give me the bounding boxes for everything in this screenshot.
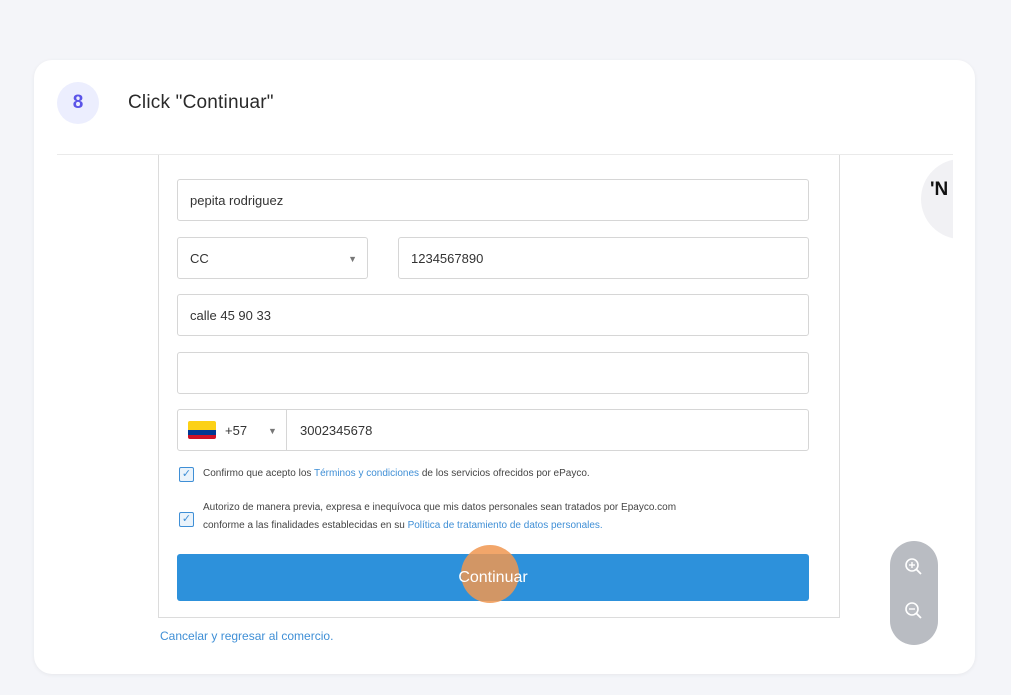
- terms-suffix: de los servicios ofrecidos por ePayco.: [419, 468, 590, 479]
- email-field[interactable]: [177, 352, 809, 394]
- terms-checkbox[interactable]: ✓: [179, 467, 194, 482]
- document-type-value: CC: [190, 251, 209, 266]
- colombia-flag-icon: [188, 421, 216, 439]
- privacy-text: Autorizo de manera previa, expresa e ine…: [203, 499, 676, 535]
- phone-field[interactable]: +57 ▼ 3002345678: [177, 409, 809, 451]
- address-field[interactable]: calle 45 90 33: [177, 294, 809, 336]
- phone-divider: [286, 410, 287, 450]
- privacy-line-2: conforme a las finalidades establecidas …: [203, 517, 676, 535]
- terms-prefix: Confirmo que acepto los: [203, 468, 314, 479]
- check-icon: ✓: [181, 468, 192, 480]
- step-number-badge: 8: [57, 82, 99, 124]
- terms-text: Confirmo que acepto los Términos y condi…: [203, 465, 590, 483]
- step-screenshot: pepita rodriguez CC ▼ 1234567890 calle 4…: [57, 154, 953, 655]
- zoom-in-icon[interactable]: [902, 555, 926, 579]
- document-number-field[interactable]: 1234567890: [398, 237, 809, 279]
- privacy-line-1: Autorizo de manera previa, expresa e ine…: [203, 502, 677, 513]
- phone-code[interactable]: +57: [225, 410, 247, 452]
- name-field[interactable]: pepita rodriguez: [177, 179, 809, 221]
- zoom-out-icon[interactable]: [902, 599, 926, 623]
- cancel-return-link[interactable]: Cancelar y regresar al comercio.: [160, 629, 333, 643]
- chevron-down-icon: ▼: [348, 254, 357, 264]
- name-field-value: pepita rodriguez: [190, 193, 284, 208]
- chevron-down-icon: ▼: [268, 426, 277, 436]
- document-type-select[interactable]: CC ▼: [177, 237, 368, 279]
- continue-button-label: Continuar: [458, 569, 528, 586]
- step-title: Click "Continuar": [128, 92, 274, 113]
- address-field-value: calle 45 90 33: [190, 308, 271, 323]
- terms-link[interactable]: Términos y condiciones: [314, 468, 419, 479]
- privacy-prefix: conforme a las finalidades establecidas …: [203, 520, 408, 531]
- privacy-checkbox[interactable]: ✓: [179, 512, 194, 527]
- document-number-value: 1234567890: [411, 251, 484, 266]
- check-icon: ✓: [181, 513, 192, 525]
- zoom-controls: [890, 541, 938, 645]
- privacy-policy-link[interactable]: Política de tratamiento de datos persona…: [408, 520, 603, 531]
- phone-number-value: 3002345678: [300, 423, 373, 438]
- merchant-logo-text: 'N: [930, 179, 949, 200]
